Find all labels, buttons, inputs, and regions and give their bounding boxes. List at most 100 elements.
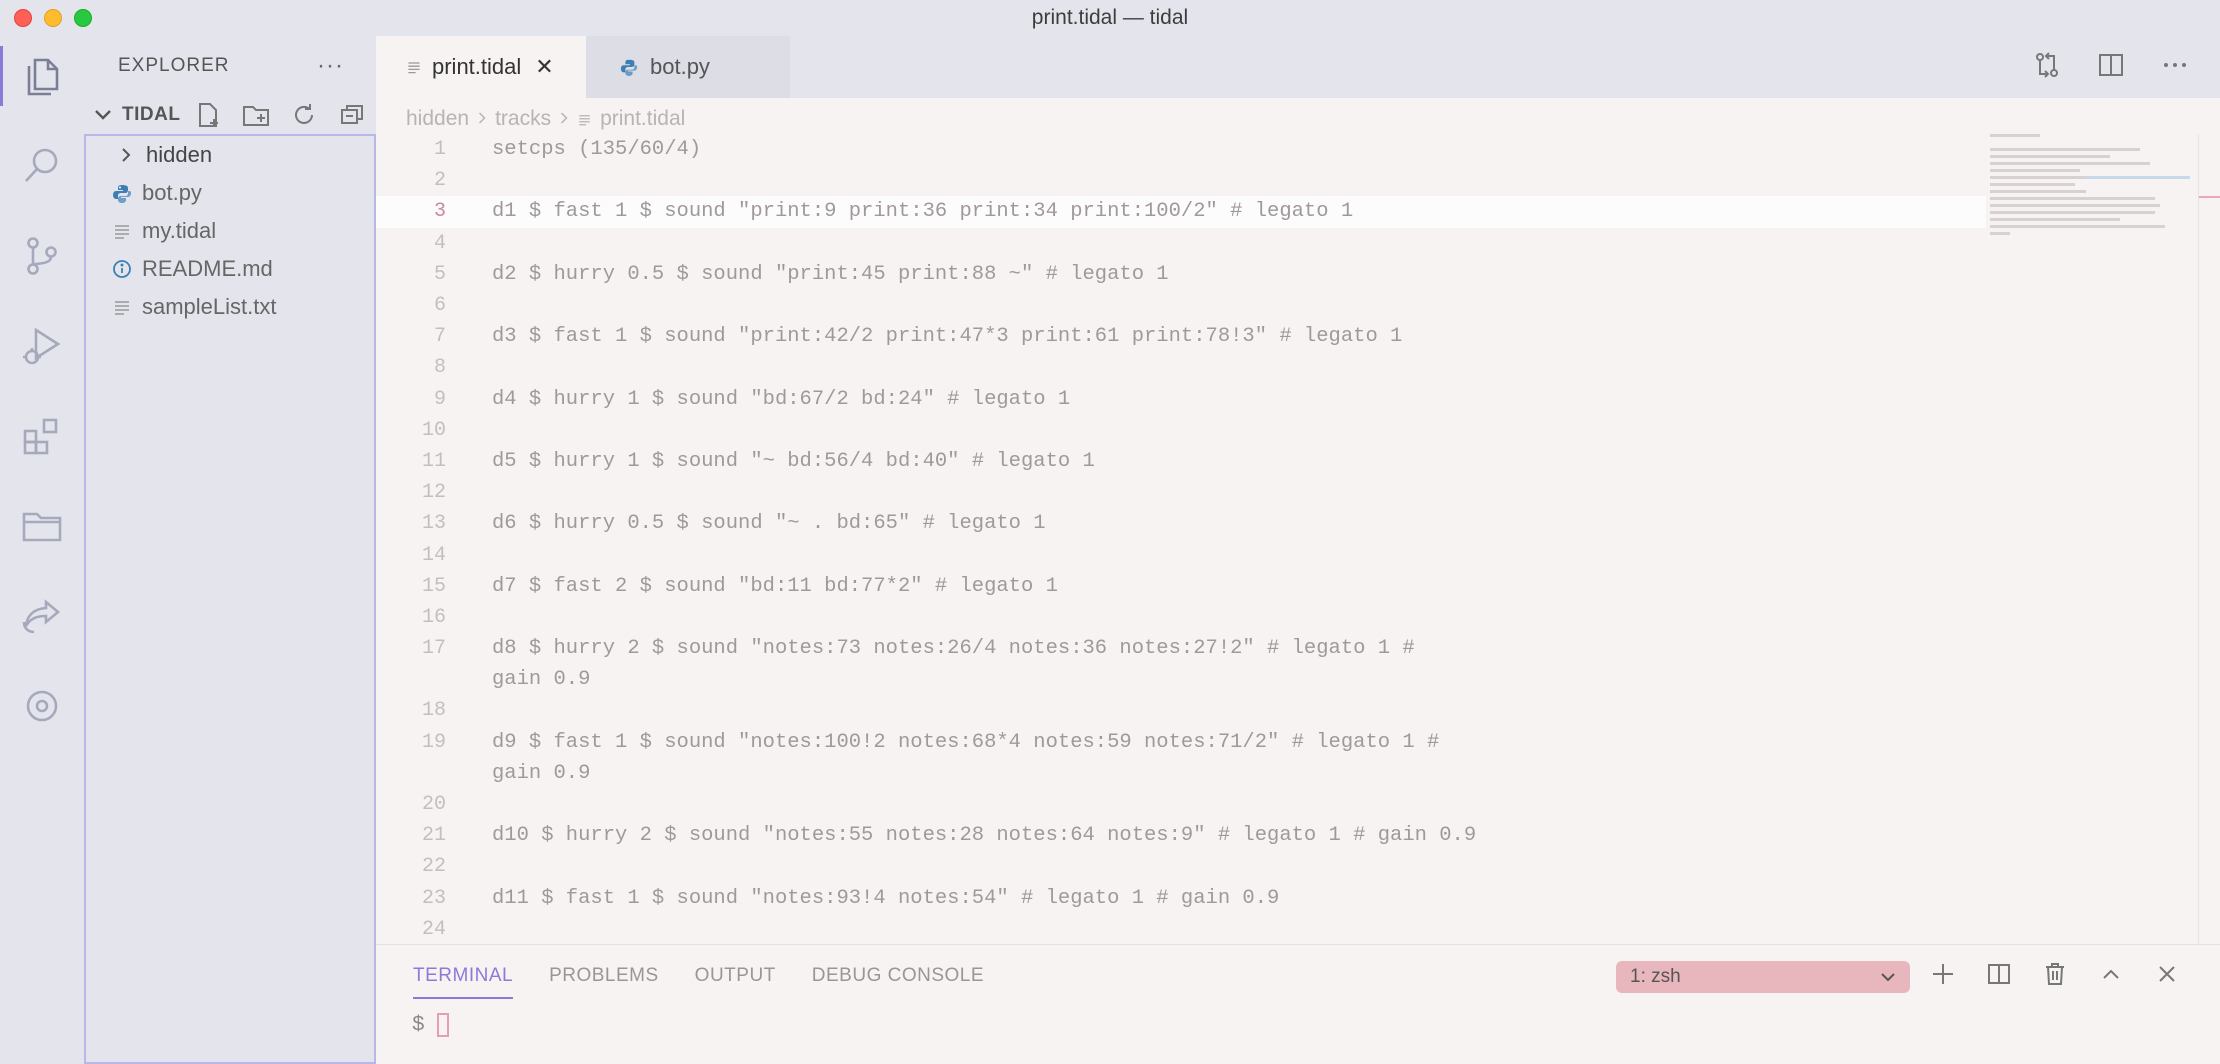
code-line[interactable]: 2 — [376, 165, 1986, 196]
terminal-prompt[interactable]: $ — [412, 1013, 449, 1037]
code-line[interactable]: 8 — [376, 352, 1986, 383]
terminal-select[interactable]: 1: zsh — [1616, 961, 1910, 993]
panel-actions — [1930, 961, 2180, 987]
activity-source-control[interactable] — [0, 216, 84, 296]
code-line-wrap[interactable]: gain 0.9 — [376, 758, 1986, 789]
code-line[interactable]: 20 — [376, 789, 1986, 820]
source-control-icon — [27, 237, 57, 275]
code-line[interactable]: 1 setcps (135/60/4) — [376, 134, 1986, 165]
editor-scrollbar[interactable] — [2198, 134, 2220, 944]
code-line[interactable]: 23 d11 $ fast 1 $ sound "notes:93!4 notes… — [376, 883, 1986, 914]
refresh-icon[interactable] — [290, 101, 318, 129]
tab-problems[interactable]: PROBLEMS — [549, 965, 659, 999]
code-line[interactable]: 9 d4 $ hurry 1 $ sound "bd:67/2 bd:24" # … — [376, 384, 1986, 415]
tree-item-hidden[interactable]: hidden — [86, 136, 374, 174]
explorer-toolbar — [194, 101, 366, 129]
tab-output[interactable]: OUTPUT — [695, 965, 776, 999]
live-share-icon — [22, 599, 61, 634]
activity-folder[interactable] — [0, 486, 84, 566]
breadcrumb-item[interactable]: hidden — [406, 107, 469, 131]
code-editor[interactable]: 1 setcps (135/60/4) 2 3 d1 $ fast 1 $ soun… — [376, 134, 1986, 945]
close-tab-icon[interactable]: ✕ — [535, 54, 553, 80]
explorer-header: EXPLORER ··· — [84, 36, 376, 96]
code-line[interactable]: 18 — [376, 695, 1986, 726]
code-line[interactable]: 12 — [376, 477, 1986, 508]
compare-changes-icon[interactable] — [2032, 50, 2062, 80]
code-line[interactable]: 15 d7 $ fast 2 $ sound "bd:11 bd:77*2" # … — [376, 571, 1986, 602]
workspace-section-header[interactable]: TIDAL — [84, 96, 376, 134]
text-file-icon — [112, 297, 132, 317]
bottom-panel: TERMINAL PROBLEMS OUTPUT DEBUG CONSOLE 1… — [376, 944, 2220, 1064]
activity-extensions[interactable] — [0, 396, 84, 476]
chevron-down-icon — [1881, 973, 1895, 982]
code-line[interactable]: 17 d8 $ hurry 2 $ sound "notes:73 notes:2… — [376, 633, 1986, 664]
line-number: 24 — [421, 917, 446, 941]
editor-area: print.tidal ✕ bot.py hidden tracks print… — [376, 36, 2220, 944]
minimap[interactable] — [1990, 134, 2210, 944]
more-actions-icon[interactable] — [2160, 50, 2190, 80]
new-terminal-icon[interactable] — [1930, 961, 1956, 987]
line-text: d5 $ hurry 1 $ sound "~ bd:56/4 bd:40" #… — [492, 449, 1095, 473]
tree-item-label: hidden — [146, 142, 213, 167]
window-controls — [14, 9, 92, 27]
breadcrumb-item[interactable]: print.tidal — [600, 107, 685, 131]
window-title: print.tidal — tidal — [1031, 6, 1189, 29]
code-line[interactable]: 21 d10 $ hurry 2 $ sound "notes:55 notes:… — [376, 820, 1986, 851]
activity-bar — [0, 36, 84, 1064]
code-line[interactable]: 5 d2 $ hurry 0.5 $ sound "print:45 print:… — [376, 259, 1986, 290]
code-line[interactable]: 11 d5 $ hurry 1 $ sound "~ bd:56/4 bd:40"… — [376, 446, 1986, 477]
minimize-window-button[interactable] — [44, 9, 62, 27]
scroll-marker — [2199, 196, 2220, 198]
activity-run-debug[interactable] — [0, 306, 84, 386]
activity-search[interactable] — [0, 126, 84, 206]
activity-live-share[interactable] — [0, 576, 84, 656]
line-number: 4 — [433, 231, 446, 255]
close-panel-icon[interactable] — [2154, 961, 2180, 987]
tree-item-bot-py[interactable]: bot.py — [86, 174, 374, 212]
line-number: 10 — [421, 418, 446, 442]
code-line[interactable]: 6 — [376, 290, 1986, 321]
code-line[interactable]: 10 — [376, 415, 1986, 446]
code-line[interactable]: 13 d6 $ hurry 0.5 $ sound "~ . bd:65" # l… — [376, 508, 1986, 539]
new-file-icon[interactable] — [194, 101, 222, 129]
line-number: 15 — [421, 574, 446, 598]
code-line[interactable]: 14 — [376, 539, 1986, 570]
tree-item-samplelist[interactable]: sampleList.txt — [86, 288, 374, 326]
text-file-icon — [408, 62, 420, 74]
split-terminal-icon[interactable] — [1986, 961, 2012, 987]
minimap-lines — [1990, 134, 2170, 239]
file-tree: hidden bot.py my.tidal README.md sampleL… — [84, 134, 376, 1064]
line-number: 18 — [421, 699, 446, 723]
tab-terminal[interactable]: TERMINAL — [413, 965, 514, 999]
maximize-panel-icon[interactable] — [2098, 961, 2124, 987]
activity-disc[interactable] — [0, 666, 84, 746]
tab-debug-console[interactable]: DEBUG CONSOLE — [812, 965, 984, 999]
code-line[interactable]: 4 — [376, 228, 1986, 259]
chevron-right-icon — [559, 107, 569, 131]
new-folder-icon[interactable] — [242, 101, 270, 129]
tree-item-readme[interactable]: README.md — [86, 250, 374, 288]
code-line-current[interactable]: 3 d1 $ fast 1 $ sound "print:9 print:36 p… — [376, 196, 1986, 228]
code-line[interactable]: 24 — [376, 914, 1986, 945]
breadcrumb-item[interactable]: tracks — [495, 107, 551, 131]
collapse-all-icon[interactable] — [338, 101, 366, 129]
line-text: d4 $ hurry 1 $ sound "bd:67/2 bd:24" # l… — [492, 387, 1071, 411]
trash-icon[interactable] — [2042, 961, 2068, 987]
code-line[interactable]: 19 d9 $ fast 1 $ sound "notes:100!2 notes… — [376, 727, 1986, 758]
tree-item-label: my.tidal — [142, 218, 217, 243]
disc-icon — [26, 690, 58, 722]
zoom-window-button[interactable] — [74, 9, 92, 27]
python-file-icon — [112, 183, 132, 203]
tab-bot-py[interactable]: bot.py — [586, 36, 790, 98]
close-window-button[interactable] — [14, 9, 32, 27]
activity-explorer[interactable] — [0, 36, 84, 116]
code-line[interactable]: 16 — [376, 602, 1986, 633]
more-actions-icon[interactable]: ··· — [317, 52, 344, 80]
code-line[interactable]: 7 d3 $ fast 1 $ sound "print:42/2 print:4… — [376, 321, 1986, 352]
split-editor-icon[interactable] — [2096, 50, 2126, 80]
code-line-wrap[interactable]: gain 0.9 — [376, 664, 1986, 695]
tree-item-my-tidal[interactable]: my.tidal — [86, 212, 374, 250]
code-line[interactable]: 22 — [376, 851, 1986, 882]
line-text: d3 $ fast 1 $ sound "print:42/2 print:47… — [492, 325, 1403, 349]
tab-print-tidal[interactable]: print.tidal ✕ — [376, 36, 586, 98]
